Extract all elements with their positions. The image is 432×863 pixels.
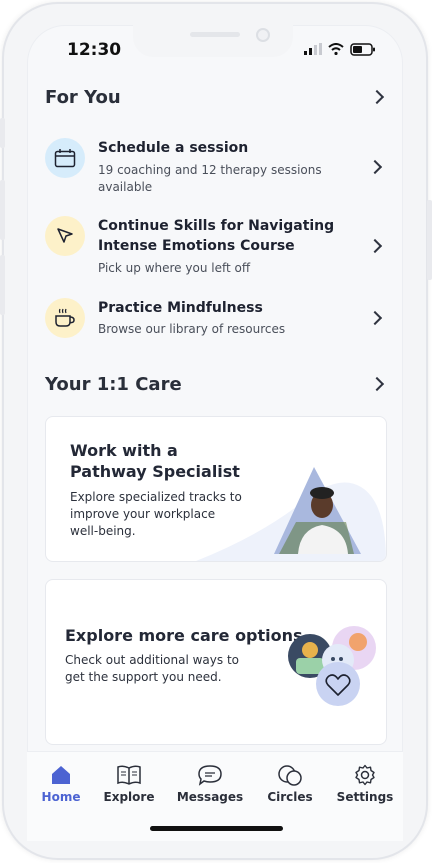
card-subtitle: Check out additional ways to get the sup… bbox=[65, 653, 239, 684]
tab-home[interactable]: Home bbox=[24, 764, 98, 804]
for-you-item-subtitle: Pick up where you left off bbox=[98, 261, 251, 275]
care-options-illustration bbox=[288, 626, 376, 706]
specialist-illustration bbox=[196, 467, 386, 561]
tab-label: Messages bbox=[176, 790, 244, 804]
for-you-item-subtitle: Browse our library of resources bbox=[98, 322, 286, 336]
for-you-item-subtitle: 19 coaching and 12 therapy sessions avai… bbox=[98, 163, 322, 194]
care-options-card[interactable]: Explore more care options Check out addi… bbox=[45, 579, 387, 745]
side-button bbox=[427, 200, 432, 280]
chat-icon bbox=[198, 765, 222, 786]
cursor-icon bbox=[57, 228, 73, 243]
book-icon bbox=[117, 765, 141, 785]
side-button bbox=[0, 118, 5, 148]
home-icon bbox=[52, 766, 70, 784]
gear-icon bbox=[355, 764, 375, 786]
signal-icon bbox=[304, 43, 322, 55]
tea-cup-icon bbox=[55, 308, 75, 327]
side-button bbox=[0, 255, 5, 315]
status-icons bbox=[304, 42, 376, 56]
calendar-icon bbox=[54, 149, 76, 168]
battery-icon bbox=[350, 42, 375, 56]
tab-label: Settings bbox=[336, 790, 394, 804]
home-indicator bbox=[150, 826, 283, 831]
tab-label: Home bbox=[41, 790, 81, 804]
tab-explore[interactable]: Explore bbox=[92, 764, 166, 804]
status-time: 12:30 bbox=[67, 40, 122, 60]
for-you-item-title: Practice Mindfulness bbox=[98, 300, 263, 316]
camera bbox=[256, 28, 270, 42]
for-you-item-title: Continue Skills for Navigating Intense E… bbox=[98, 218, 335, 254]
calendar-icon-badge bbox=[45, 138, 85, 178]
tab-settings[interactable]: Settings bbox=[328, 764, 402, 804]
tab-messages[interactable]: Messages bbox=[173, 764, 247, 804]
card-title: Explore more care options bbox=[65, 626, 303, 645]
side-button bbox=[0, 180, 5, 240]
tea-cup-icon-badge bbox=[45, 298, 85, 338]
tab-label: Circles bbox=[267, 790, 313, 804]
notch bbox=[133, 25, 293, 57]
for-you-item-title: Schedule a session bbox=[98, 140, 249, 156]
circles-icon bbox=[278, 765, 302, 786]
tab-circles[interactable]: Circles bbox=[253, 764, 327, 804]
wifi-icon bbox=[328, 43, 344, 55]
speaker bbox=[190, 32, 240, 37]
for-you-heading: For You bbox=[45, 87, 121, 108]
care-heading: Your 1:1 Care bbox=[45, 374, 182, 395]
tab-label: Explore bbox=[103, 790, 155, 804]
cursor-icon-badge bbox=[45, 216, 85, 256]
pathway-specialist-card[interactable]: Work with a Pathway Specialist Explore s… bbox=[45, 416, 387, 562]
